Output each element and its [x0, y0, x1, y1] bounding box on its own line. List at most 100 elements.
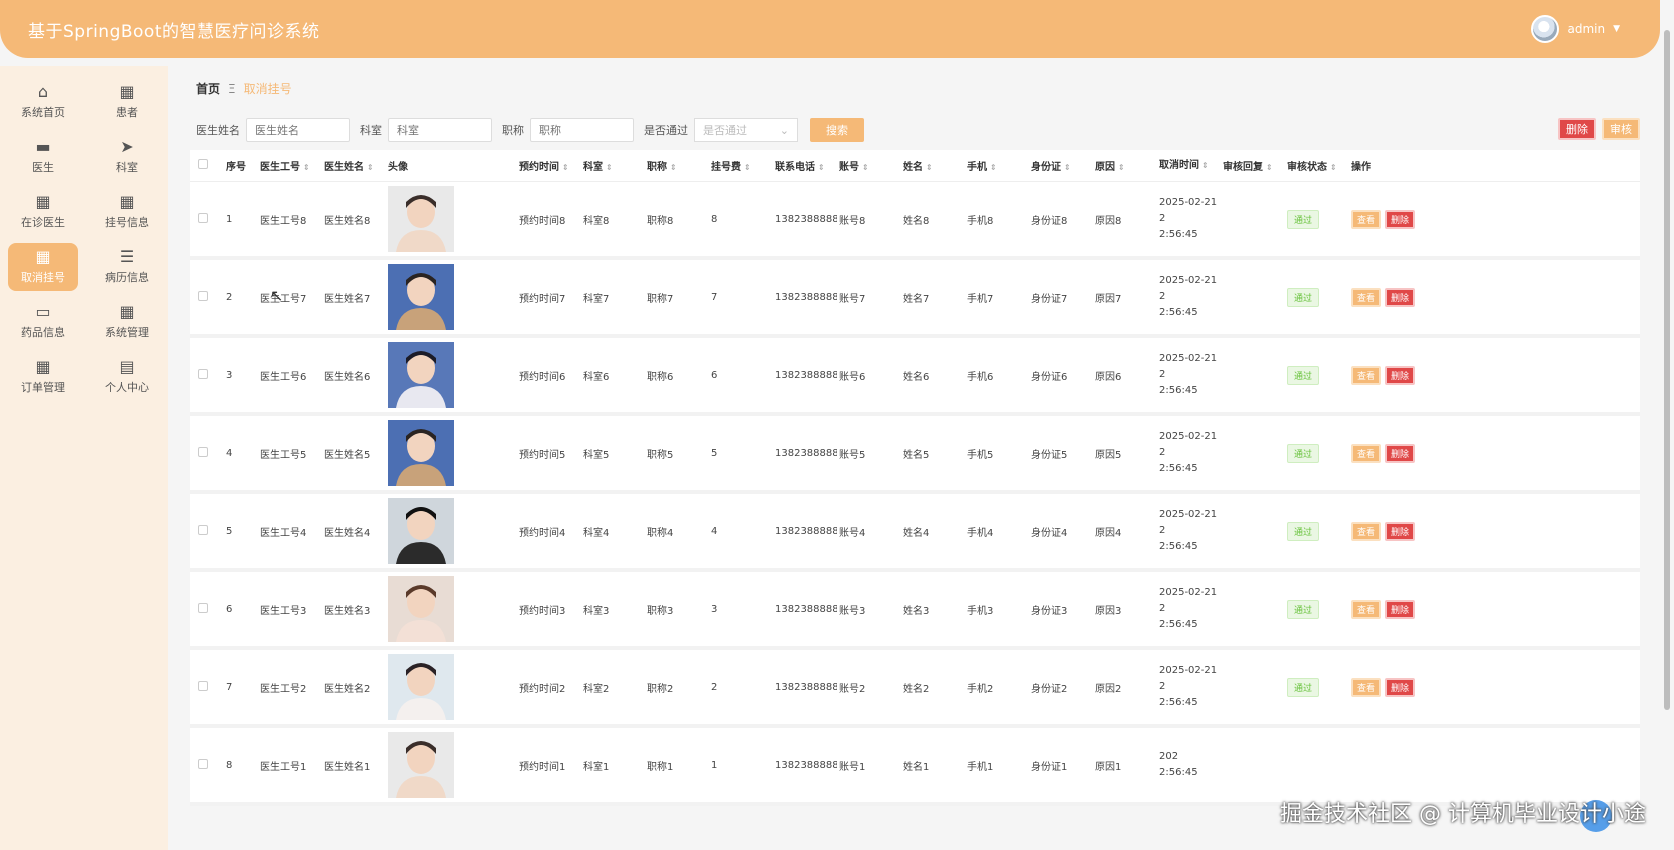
- table-cell: 账号1: [839, 761, 866, 773]
- title-input[interactable]: [530, 118, 634, 142]
- view-button[interactable]: 查看: [1351, 677, 1382, 697]
- table-cell: 5: [226, 525, 233, 537]
- sidebar-item-4[interactable]: ▦ 在诊医生: [8, 188, 78, 236]
- sidebar-nav: ⌂ 系统首页 ▦ 患者 ▬ 医生 ➤ 科室 ▦ 在诊医生 ▦ 挂号信息 ▦ 取消挂号 ☰ 病历信息 ▭ 药品信息 ▦…: [0, 66, 168, 401]
- column-header[interactable]: 医生工号 ⇕: [258, 158, 322, 173]
- view-button[interactable]: 查看: [1351, 521, 1382, 541]
- sidebar-item-8[interactable]: ▭ 药品信息: [8, 298, 78, 346]
- sort-icon[interactable]: ⇕: [744, 163, 751, 172]
- sort-icon[interactable]: ⇕: [562, 163, 569, 172]
- view-button[interactable]: 查看: [1351, 443, 1382, 463]
- delete-button[interactable]: 删除: [1385, 209, 1416, 229]
- audit-status-cell: 通过: [1285, 677, 1349, 697]
- delete-button[interactable]: 删除: [1385, 599, 1416, 619]
- table-cell: 医生姓名4: [324, 527, 371, 539]
- select-all-checkbox[interactable]: [198, 159, 208, 169]
- sort-icon[interactable]: ⇕: [862, 163, 869, 172]
- table-cell: 预约时间5: [519, 449, 566, 461]
- sidebar-item-5[interactable]: ▦ 挂号信息: [92, 188, 162, 236]
- sort-icon[interactable]: ⇕: [818, 163, 825, 172]
- delete-button[interactable]: 删除: [1385, 365, 1416, 385]
- sidebar-item-11[interactable]: ▤ 个人中心: [92, 353, 162, 401]
- row-checkbox[interactable]: [198, 446, 208, 457]
- delete-button[interactable]: 删除: [1385, 443, 1416, 463]
- column-header[interactable]: 审核回复 ⇕: [1221, 158, 1285, 173]
- column-header-label: 医生工号: [260, 162, 300, 173]
- sort-icon[interactable]: ⇕: [1202, 161, 1209, 170]
- view-button[interactable]: 查看: [1351, 365, 1382, 385]
- search-button[interactable]: 搜索: [810, 118, 864, 142]
- column-header[interactable]: 手机 ⇕: [965, 158, 1029, 173]
- column-header[interactable]: 取消时间 ⇕: [1157, 158, 1221, 174]
- row-checkbox[interactable]: [198, 368, 208, 379]
- sidebar-item-10[interactable]: ▦ 订单管理: [8, 353, 78, 401]
- sidebar-item-3[interactable]: ➤ 科室: [92, 133, 162, 181]
- sidebar-item-9[interactable]: ▦ 系统管理: [92, 298, 162, 346]
- user-name[interactable]: admin: [1567, 22, 1605, 36]
- user-menu[interactable]: admin ▼: [1531, 15, 1620, 43]
- sidebar-item-0[interactable]: ⌂ 系统首页: [8, 78, 78, 126]
- row-checkbox[interactable]: [198, 758, 208, 769]
- row-checkbox[interactable]: [198, 524, 208, 535]
- title-label: 职称: [502, 124, 524, 137]
- audit-button[interactable]: 审核: [1602, 118, 1640, 140]
- doctor-photo: [386, 498, 517, 564]
- table-row: 1 医生工号8 医生姓名8 预约时间8 科室8 职称8 8 13823888888账号8 姓名8…: [190, 182, 1640, 260]
- column-header[interactable]: 科室 ⇕: [581, 158, 645, 173]
- table-cell: 7: [711, 291, 718, 303]
- column-header[interactable]: 医生姓名 ⇕: [322, 158, 386, 173]
- sidebar-item-1[interactable]: ▦ 患者: [92, 78, 162, 126]
- table-cell: 账号7: [839, 293, 866, 305]
- row-checkbox[interactable]: [198, 680, 208, 691]
- sidebar-item-label: 药品信息: [21, 326, 65, 339]
- row-checkbox[interactable]: [198, 212, 208, 223]
- sort-icon[interactable]: ⇕: [1064, 163, 1071, 172]
- doctor-photo: [386, 186, 517, 252]
- column-header[interactable]: 联系电话 ⇕: [773, 158, 837, 173]
- column-header[interactable]: 身份证 ⇕: [1029, 158, 1093, 173]
- view-button[interactable]: 查看: [1351, 287, 1382, 307]
- sort-icon[interactable]: ⇕: [670, 163, 677, 172]
- column-header[interactable]: 姓名 ⇕: [901, 158, 965, 173]
- dept-input[interactable]: [388, 118, 492, 142]
- sidebar-item-label: 订单管理: [21, 381, 65, 394]
- chevron-down-icon[interactable]: ▼: [1613, 24, 1620, 34]
- view-button[interactable]: 查看: [1351, 209, 1382, 229]
- cancel-time-cell: 2025-02-21 2 2:56:45: [1157, 585, 1221, 633]
- column-header[interactable]: 审核状态 ⇕: [1285, 158, 1349, 173]
- passed-select[interactable]: 是否通过 ⌄: [694, 118, 798, 142]
- delete-button[interactable]: 删除: [1385, 677, 1416, 697]
- sort-icon[interactable]: ⇕: [1118, 163, 1125, 172]
- column-header[interactable]: 原因 ⇕: [1093, 158, 1157, 173]
- sidebar-item-6[interactable]: ▦ 取消挂号: [8, 243, 78, 291]
- column-header[interactable]: 挂号费 ⇕: [709, 158, 773, 173]
- cancel-time-date: 2025-02-21 2: [1159, 587, 1218, 614]
- row-checkbox[interactable]: [198, 602, 208, 613]
- breadcrumb-home[interactable]: 首页: [196, 80, 220, 97]
- user-avatar[interactable]: [1531, 15, 1560, 43]
- page-scrollbar[interactable]: [1664, 30, 1670, 710]
- passed-select-value: 是否通过: [703, 124, 747, 137]
- sort-icon[interactable]: ⇕: [303, 163, 310, 172]
- bulk-delete-button[interactable]: 删除: [1558, 118, 1596, 140]
- sidebar-item-2[interactable]: ▬ 医生: [8, 133, 78, 181]
- delete-button[interactable]: 删除: [1385, 287, 1416, 307]
- table-cell: 医生姓名5: [324, 449, 371, 461]
- chat-icon: ▬: [35, 137, 51, 156]
- column-header[interactable]: 预约时间 ⇕: [517, 158, 581, 173]
- sidebar-item-label: 科室: [116, 161, 138, 174]
- delete-button[interactable]: 删除: [1385, 521, 1416, 541]
- sort-icon[interactable]: ⇕: [990, 163, 997, 172]
- sort-icon[interactable]: ⇕: [926, 163, 933, 172]
- row-checkbox[interactable]: [198, 290, 208, 301]
- sort-icon[interactable]: ⇕: [1330, 163, 1337, 172]
- column-header[interactable]: 账号 ⇕: [837, 158, 901, 173]
- sort-icon[interactable]: ⇕: [1266, 163, 1273, 172]
- view-button[interactable]: 查看: [1351, 599, 1382, 619]
- table-cell: 医生工号2: [260, 683, 307, 695]
- sidebar-item-7[interactable]: ☰ 病历信息: [92, 243, 162, 291]
- sort-icon[interactable]: ⇕: [606, 163, 613, 172]
- column-header[interactable]: 职称 ⇕: [645, 158, 709, 173]
- doctor-name-input[interactable]: [246, 118, 350, 142]
- sort-icon[interactable]: ⇕: [367, 163, 374, 172]
